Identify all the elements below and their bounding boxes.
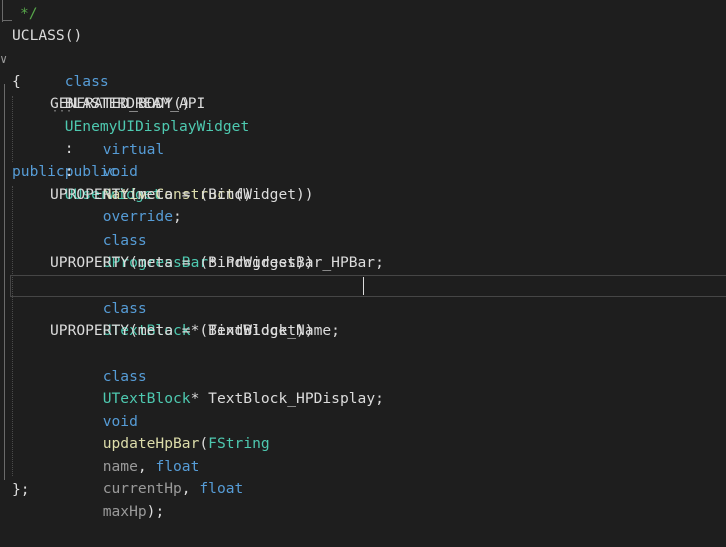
param-type: FString bbox=[208, 435, 270, 453]
keyword-class: class bbox=[102, 299, 147, 317]
code-line[interactable]: class UProgressBar* ProgressBar_HPBar; bbox=[0, 207, 726, 272]
keyword-class: class bbox=[102, 367, 147, 385]
code-line[interactable]: UPROPERTY(meta = (BindWidget)) bbox=[0, 252, 726, 275]
code-line[interactable]: public: bbox=[0, 161, 726, 184]
code-line[interactable]: virtual void NativeConstruct() override; bbox=[0, 116, 726, 226]
code-line[interactable]: { bbox=[0, 71, 726, 94]
code-line[interactable]: class UTextBlock* TextBlock_HPDisplay; bbox=[0, 343, 726, 408]
paren-close: ); bbox=[146, 502, 165, 520]
macro-args: (meta = (BindWidget)) bbox=[129, 186, 314, 203]
comma: , bbox=[137, 457, 156, 475]
keyword-void: void bbox=[102, 412, 138, 430]
collapse-chevron-icon[interactable]: ∨ bbox=[0, 48, 7, 71]
open-brace: { bbox=[12, 73, 21, 90]
parens: () bbox=[173, 95, 191, 112]
uproperty-macro: UPROPERTY bbox=[50, 254, 130, 271]
code-line[interactable]: UPROPERTY(meta = (BindWidget)) bbox=[0, 320, 726, 343]
param-type: float bbox=[155, 457, 200, 475]
close-brace: }; bbox=[12, 481, 30, 498]
uproperty-macro: UPROPERTY bbox=[50, 186, 130, 203]
code-line[interactable]: void updateHpBar(FString name, float cur… bbox=[0, 388, 726, 520]
code-editor[interactable]: */ UCLASS() ∨ class BLASTERDREAM_API UEn… bbox=[0, 0, 726, 520]
comment-end: */ bbox=[20, 5, 38, 22]
macro-args: (meta = (BindWidget)) bbox=[129, 254, 314, 271]
text-caret bbox=[363, 277, 364, 295]
code-line[interactable]: UPROPERTY(meta = (BindWidget)) bbox=[0, 184, 726, 207]
function-name: updateHpBar bbox=[102, 435, 200, 453]
keyword-class: class bbox=[102, 231, 147, 249]
code-line[interactable]: }; bbox=[0, 479, 726, 502]
code-line-current[interactable]: class UTextBlock* TextBlock_Name; bbox=[0, 275, 726, 339]
uproperty-macro: UPROPERTY bbox=[50, 322, 130, 339]
colon: : bbox=[64, 163, 74, 180]
keyword-virtual: virtual bbox=[102, 140, 165, 158]
code-line[interactable]: GENERATED_BODY() ··· bbox=[0, 93, 726, 117]
paren-open: ( bbox=[199, 435, 209, 453]
param-name: name bbox=[102, 457, 138, 475]
code-line[interactable]: UCLASS() bbox=[0, 25, 726, 48]
uclass-macro: UCLASS() bbox=[12, 27, 83, 44]
macro-args: (meta = (BindWidget)) bbox=[129, 322, 314, 339]
access-specifier: public bbox=[12, 163, 65, 180]
code-line[interactable]: */ bbox=[0, 3, 726, 26]
code-line[interactable]: ∨ class BLASTERDREAM_API UEnemyUIDisplay… bbox=[0, 48, 726, 203]
param-name: maxHp bbox=[102, 502, 147, 520]
